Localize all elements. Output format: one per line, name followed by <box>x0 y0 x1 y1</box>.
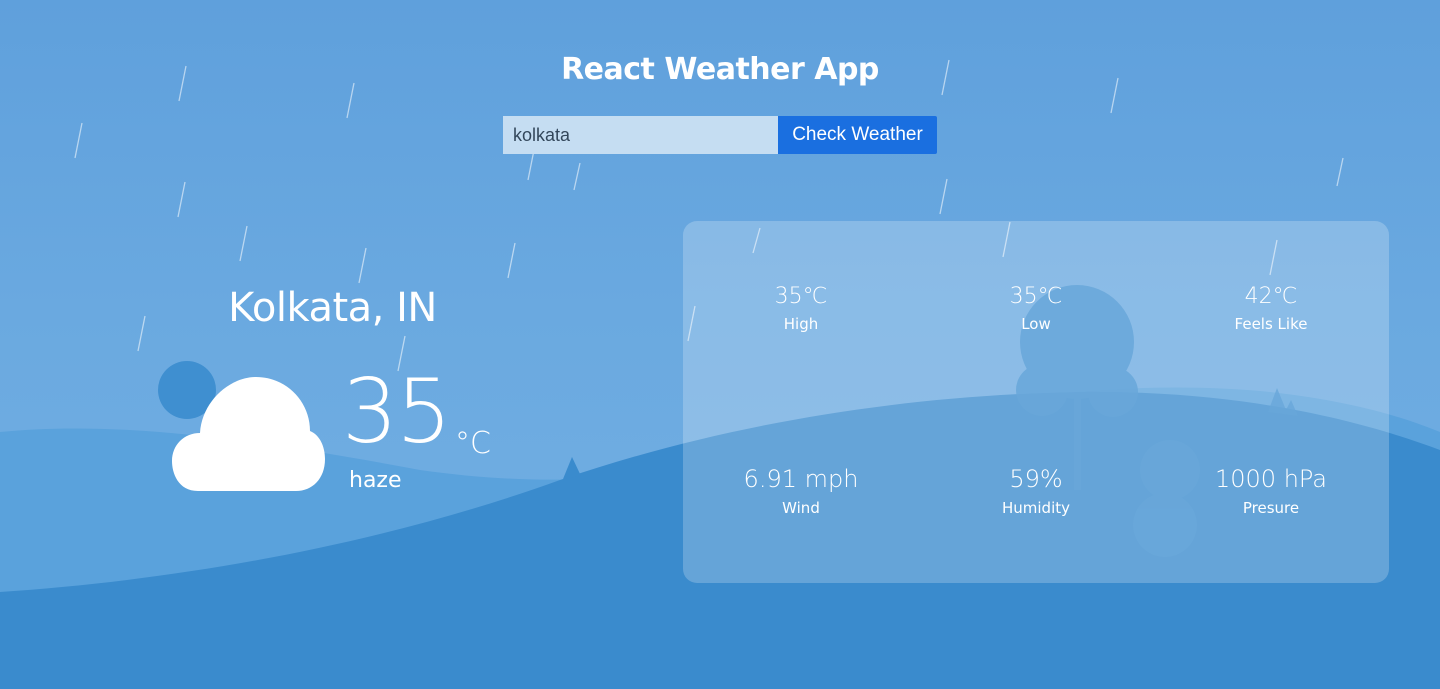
stat-label: Feels Like <box>1234 315 1308 333</box>
stat-value: 59% <box>1009 465 1063 493</box>
stat-value: 35℃ <box>1009 284 1063 309</box>
stat-value: 35℃ <box>774 284 828 309</box>
current-temperature: 35 <box>342 360 452 463</box>
stat-label: High <box>783 315 819 333</box>
pine-tree-left <box>563 457 581 479</box>
city-search-input[interactable] <box>503 116 778 154</box>
stat-label: Humidity <box>1001 499 1070 517</box>
stat-humidity: 59% Humidity <box>936 465 1136 517</box>
check-weather-button[interactable]: Check Weather <box>778 116 937 154</box>
stat-value: 42℃ <box>1244 284 1298 309</box>
search-bar: Check Weather <box>503 116 937 154</box>
cloud-icon <box>150 355 340 505</box>
stat-pressure: 1000 hPa Presure <box>1171 465 1371 517</box>
stat-label: Wind <box>782 499 820 517</box>
stat-high: 35℃ High <box>701 284 901 333</box>
temperature-unit: °C <box>455 426 491 461</box>
stat-wind: 6.91 mph Wind <box>701 465 901 517</box>
stat-value: 6.91 mph <box>743 465 859 493</box>
stat-value: 1000 hPa <box>1214 465 1328 493</box>
city-name: Kolkata, IN <box>228 285 437 331</box>
stat-label: Presure <box>1242 499 1300 517</box>
weather-description: haze <box>349 468 402 493</box>
stat-label: Low <box>1021 315 1051 333</box>
app-title: React Weather App <box>561 52 879 87</box>
stat-feels-like: 42℃ Feels Like <box>1171 284 1371 333</box>
stat-low: 35℃ Low <box>936 284 1136 333</box>
weather-details-panel: 35℃ High 35℃ Low 42℃ Feels Like 6.91 mph… <box>683 221 1389 583</box>
